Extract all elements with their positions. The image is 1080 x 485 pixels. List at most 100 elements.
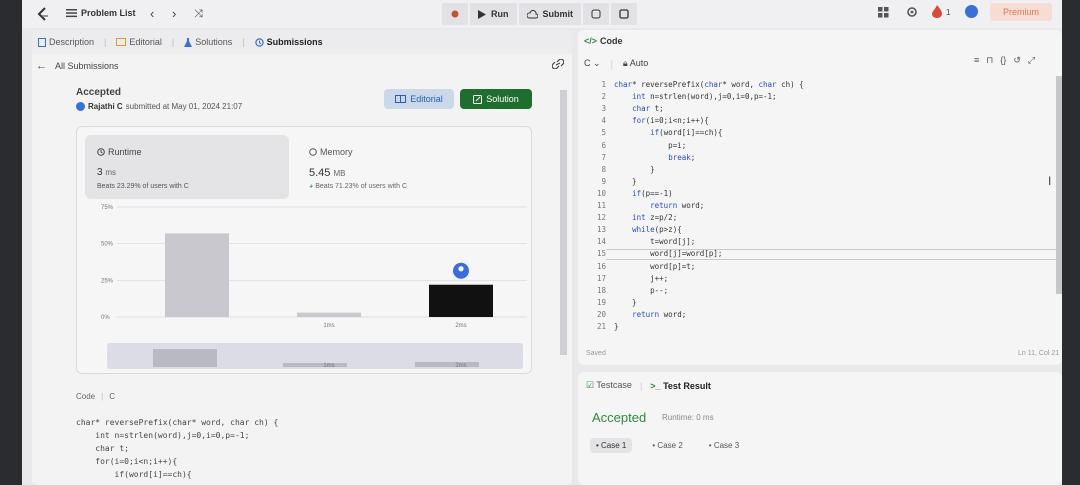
- runtime-number: 3: [97, 167, 103, 178]
- code-editor[interactable]: 1 char* reversePrefix(char* word, char ch…: [578, 76, 1062, 346]
- submit-button[interactable]: Submit: [518, 3, 581, 25]
- tab-test-result[interactable]: >_ Test Result: [650, 381, 711, 391]
- case-tabs: • Case 1 • Case 2 • Case 3: [590, 438, 745, 453]
- code-line[interactable]: while(p>z){: [614, 225, 682, 234]
- tab-editorial[interactable]: Editorial: [116, 37, 162, 47]
- format-icon[interactable]: ≡: [974, 55, 979, 66]
- language-selector[interactable]: C ⌄: [584, 58, 601, 69]
- code-line: for(i=0;i<n;i++){: [76, 457, 178, 466]
- left-tab-bar: Description | Editorial | Solutions | Su…: [32, 30, 572, 54]
- line-number: 9: [601, 176, 606, 186]
- code-line: if(word[i]==ch){: [76, 470, 192, 479]
- prev-problem-icon[interactable]: ‹: [150, 6, 154, 21]
- editorial-button-label: Editorial: [410, 94, 443, 104]
- y-tick-label: 75%: [101, 205, 114, 211]
- code-line[interactable]: char* reversePrefix(char* word, char ch)…: [614, 80, 804, 89]
- list-icon: [66, 9, 77, 18]
- tab-testcase[interactable]: ☑ Testcase: [586, 380, 632, 391]
- author-avatar: [76, 102, 85, 111]
- test-panel-tabs: ☑ Testcase | >_ Test Result: [586, 380, 711, 391]
- code-panel-title: Code: [600, 36, 623, 46]
- line-number: 11: [596, 201, 606, 210]
- runtime-distribution-chart: 75% 50% 25% 0% 1ms 2ms: [101, 205, 527, 329]
- cloud-upload-icon: [526, 9, 538, 18]
- code-line[interactable]: }: [614, 165, 655, 174]
- code-line[interactable]: if(p==-1): [614, 189, 673, 198]
- problem-list-button[interactable]: Problem List: [66, 8, 136, 18]
- expand-icon[interactable]: ⤢: [1028, 55, 1035, 66]
- case-2-tab[interactable]: • Case 2: [646, 438, 688, 453]
- line-number: 10: [596, 188, 606, 198]
- tab-submissions[interactable]: Submissions: [254, 37, 323, 47]
- streak-fire-icon[interactable]: [932, 5, 942, 18]
- editor-scrollbar[interactable]: [1056, 76, 1062, 294]
- premium-button[interactable]: Premium: [990, 3, 1052, 21]
- memory-header[interactable]: Memory: [309, 147, 353, 157]
- submitted-time: submitted at May 01, 2024 21:07: [125, 102, 243, 111]
- x-tick-label: 2ms: [455, 323, 466, 329]
- runtime-card[interactable]: Runtime 3 ms Beats 23.29% of users with …: [85, 135, 289, 199]
- code-line[interactable]: if(word[i]==ch){: [614, 128, 722, 137]
- run-label: Run: [491, 9, 509, 19]
- code-line[interactable]: }: [614, 177, 637, 186]
- cursor-position: Ln 11, Col 21: [1018, 350, 1060, 357]
- beats-icon: ◕: [309, 183, 314, 190]
- code-line[interactable]: int n=strlen(word),j=0,i=0,p=-1;: [614, 92, 777, 101]
- code-line[interactable]: for(i=0;i<n;i++){: [614, 116, 709, 125]
- all-submissions-label: All Submissions: [55, 61, 119, 71]
- memory-unit: MB: [333, 169, 346, 178]
- timer-button[interactable]: [583, 3, 609, 25]
- editorial-button[interactable]: Editorial: [384, 89, 454, 109]
- code-line[interactable]: word[p]=t;: [614, 262, 695, 271]
- left-scrollbar[interactable]: [560, 90, 567, 355]
- submission-status: Accepted: [76, 87, 122, 98]
- code-line[interactable]: }: [614, 298, 637, 307]
- tab-solutions[interactable]: Solutions: [184, 37, 232, 47]
- line-number: 8: [601, 164, 606, 174]
- solution-button[interactable]: Solution: [460, 89, 532, 109]
- case-1-tab[interactable]: • Case 1: [590, 438, 633, 453]
- code-line[interactable]: p--;: [614, 286, 668, 295]
- author-name[interactable]: Rajathi C: [88, 102, 123, 111]
- bookmark-icon[interactable]: ⊓: [986, 55, 993, 66]
- autocomplete-toggle[interactable]: 🔒︎ Auto: [623, 58, 648, 69]
- next-problem-icon[interactable]: ›: [172, 6, 176, 21]
- share-link-icon[interactable]: [552, 59, 564, 69]
- reset-icon[interactable]: ↺: [1013, 55, 1021, 66]
- user-avatar[interactable]: [965, 5, 978, 18]
- tab-divider: |: [104, 37, 107, 47]
- line-number: 1: [601, 80, 606, 89]
- code-line[interactable]: int z=p/2;: [614, 213, 677, 222]
- editor-toolbar: C ⌄ | 🔒︎ Auto: [584, 58, 648, 69]
- case-3-tab[interactable]: • Case 3: [703, 438, 745, 453]
- shuffle-icon[interactable]: ⤨: [194, 8, 203, 21]
- code-language: C: [109, 392, 115, 401]
- notes-button[interactable]: [611, 3, 637, 25]
- all-submissions-link[interactable]: ← All Submissions: [36, 60, 119, 72]
- tab-description[interactable]: Description: [38, 37, 94, 47]
- code-line[interactable]: return word;: [614, 310, 686, 319]
- distribution-range-slider[interactable]: 1ms 2ms: [107, 343, 523, 369]
- code-line[interactable]: t=word[j];: [614, 237, 695, 246]
- run-button[interactable]: Run: [470, 3, 517, 25]
- line-number: 18: [596, 285, 606, 295]
- code-line[interactable]: word[j]=word[p];: [614, 249, 722, 258]
- code-line[interactable]: j++;: [614, 274, 668, 283]
- braces-icon[interactable]: {}: [1000, 55, 1006, 66]
- performance-card: Runtime 3 ms Beats 23.29% of users with …: [76, 126, 532, 374]
- code-line[interactable]: p=i;: [614, 141, 686, 150]
- code-line[interactable]: return word;: [614, 201, 704, 210]
- mode-label: Auto: [629, 58, 649, 68]
- runtime-unit: ms: [105, 168, 117, 177]
- chart-bar: [165, 233, 229, 317]
- debug-button[interactable]: [442, 3, 468, 25]
- leetcode-logo-icon[interactable]: [36, 6, 50, 22]
- settings-gear-icon[interactable]: [906, 6, 918, 18]
- runtime-label: Runtime: [108, 147, 142, 157]
- code-line[interactable]: char t;: [614, 104, 664, 113]
- code-line[interactable]: break;: [614, 153, 695, 162]
- code-line[interactable]: }: [614, 322, 619, 331]
- note-icon: [619, 9, 629, 19]
- book-open-icon: [395, 95, 407, 103]
- layout-grid-icon[interactable]: [878, 7, 889, 18]
